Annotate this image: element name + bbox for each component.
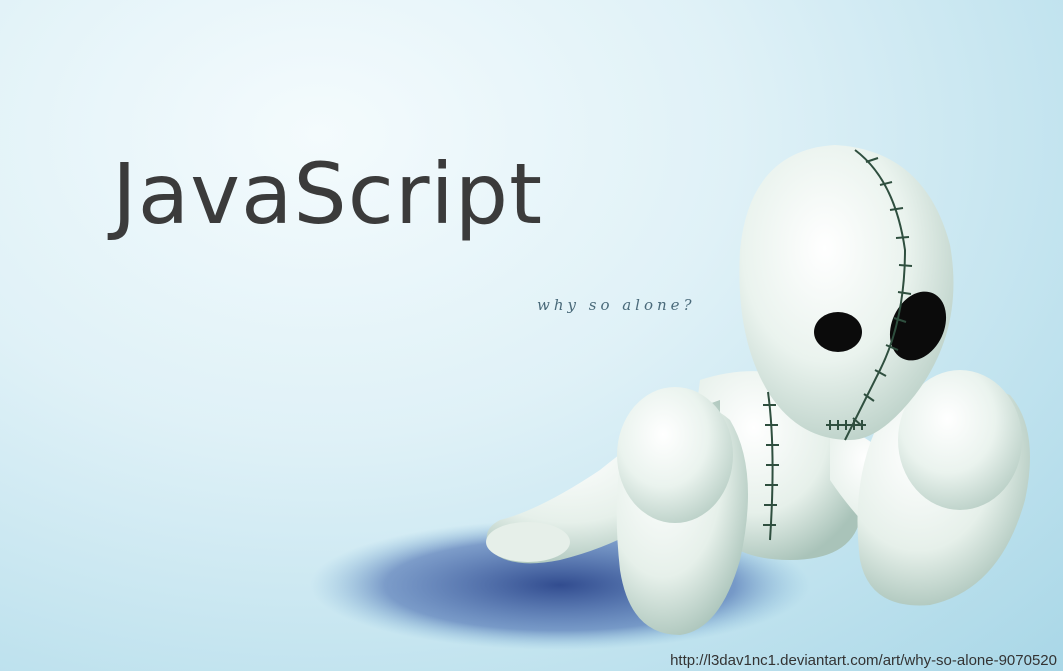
javascript-title: JavaScript [112,145,544,243]
wallpaper-scene: JavaScript why so alone? http://l3dav1nc… [0,0,1063,671]
tagline-text: why so alone? [537,296,696,314]
doll-figure-icon [310,145,1030,650]
doll-left-eye [814,312,862,352]
doll-left-foot [617,387,733,523]
doll-left-hand [486,522,570,562]
credit-url: http://l3dav1nc1.deviantart.com/art/why-… [670,652,1057,669]
